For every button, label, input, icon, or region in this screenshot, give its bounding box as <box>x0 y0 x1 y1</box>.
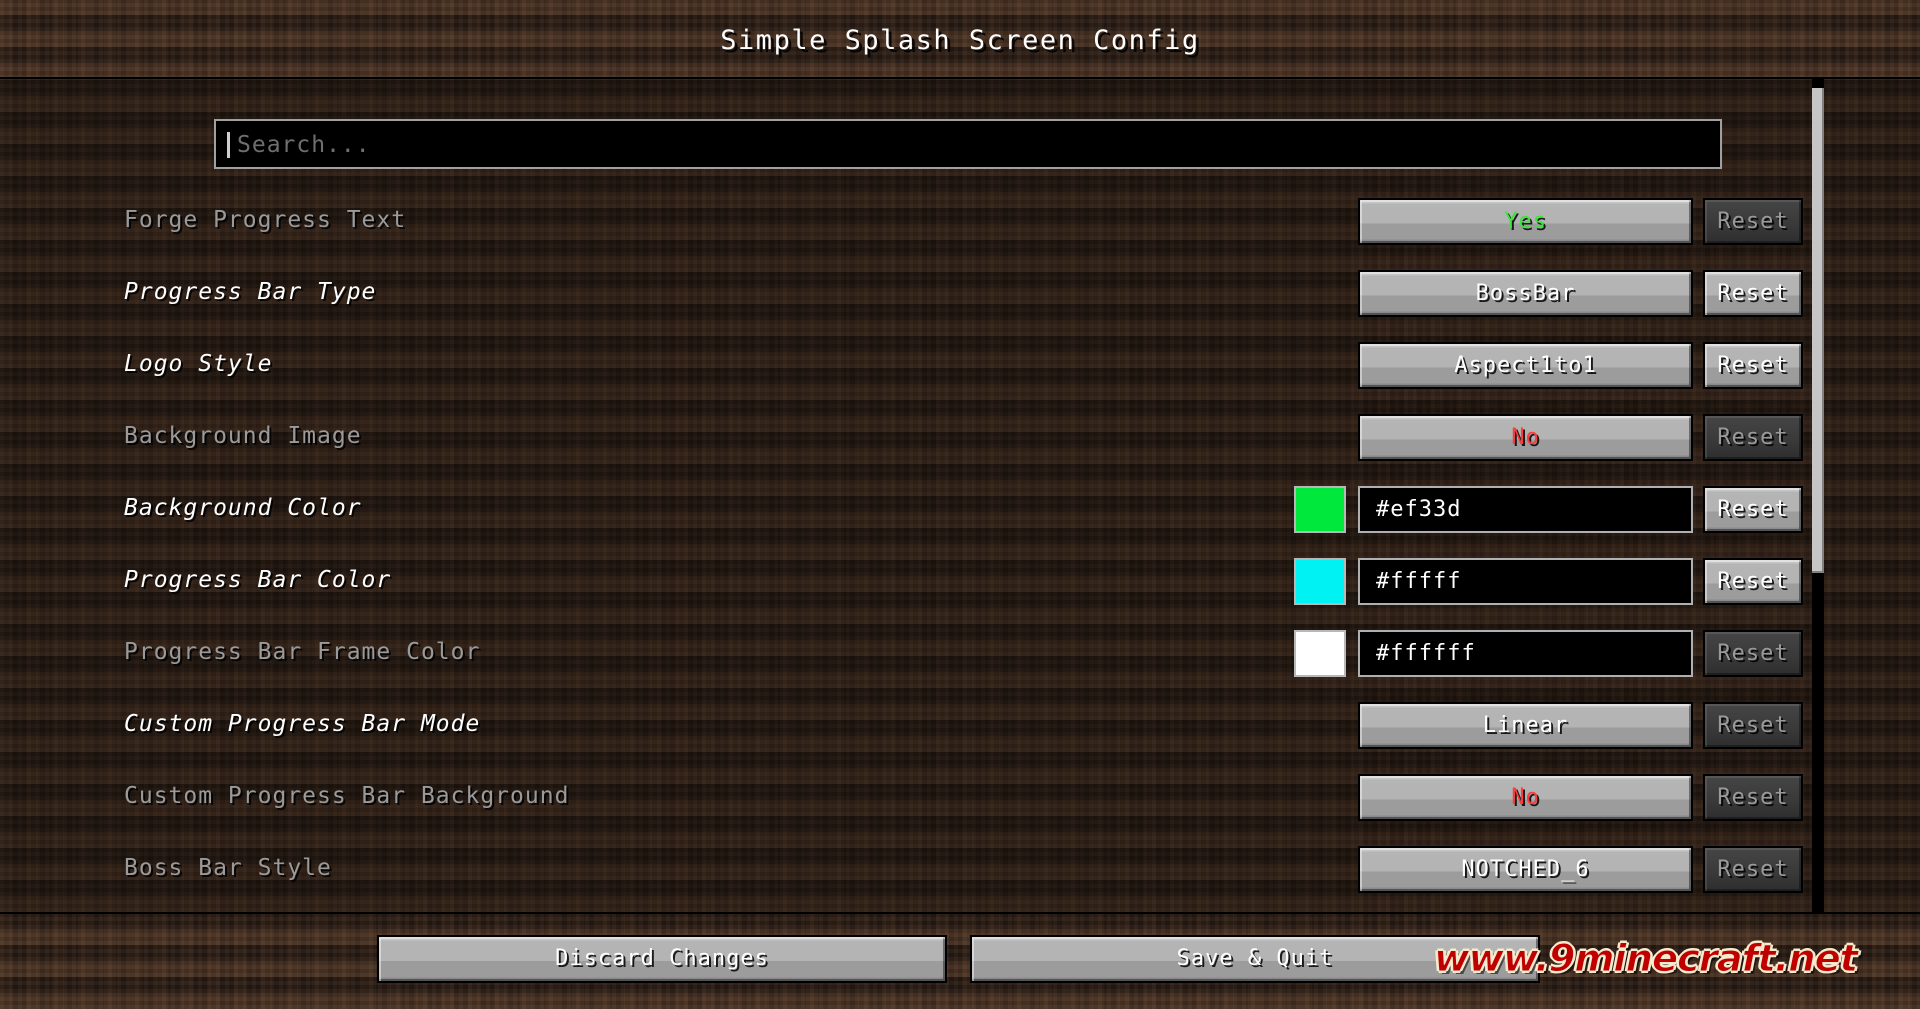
site-watermark: www.9minecraft.net <box>1433 937 1858 981</box>
color-hex-input[interactable]: #fffff <box>1358 558 1693 605</box>
reset-button-label: Reset <box>1717 712 1789 738</box>
config-row: Background Color #ef33d Reset <box>0 474 1920 546</box>
config-row-label: Progress Bar Frame Color <box>124 639 481 665</box>
config-rows: Forge Progress Text Yes Reset Progress Bar … <box>0 186 1920 906</box>
config-row: Custom Progress Bar Background No Reset <box>0 762 1920 834</box>
header-bar: Simple Splash Screen Config <box>0 0 1920 79</box>
config-row: Forge Progress Text Yes Reset <box>0 186 1920 258</box>
config-value-label: No <box>1511 424 1540 450</box>
reset-button-label: Reset <box>1717 208 1789 234</box>
reset-button[interactable]: Reset <box>1703 558 1803 605</box>
config-row-label: Progress Bar Color <box>124 567 392 593</box>
color-swatch[interactable] <box>1294 486 1346 533</box>
config-value-button[interactable]: Linear <box>1358 702 1693 749</box>
color-swatch[interactable] <box>1294 558 1346 605</box>
color-hex-value: #ef33d <box>1376 497 1462 522</box>
config-row-label: Background Color <box>124 495 362 521</box>
reset-button: Reset <box>1703 414 1803 461</box>
config-value-label: Linear <box>1482 712 1569 738</box>
reset-button[interactable]: Reset <box>1703 486 1803 533</box>
config-row-label: Custom Progress Bar Mode <box>124 711 481 737</box>
reset-button: Reset <box>1703 198 1803 245</box>
config-row: Progress Bar Type BossBar Reset <box>0 258 1920 330</box>
reset-button-label: Reset <box>1717 496 1789 522</box>
config-value-label: NOTCHED_6 <box>1461 856 1590 882</box>
search-placeholder: Search... <box>237 132 371 158</box>
config-row: Boss Bar Style NOTCHED_6 Reset <box>0 834 1920 906</box>
save-and-quit-label: Save & Quit <box>1176 946 1334 971</box>
scrollbar-thumb[interactable] <box>1812 88 1824 573</box>
config-value-button[interactable]: Aspect1to1 <box>1358 342 1693 389</box>
color-swatch[interactable] <box>1294 630 1346 677</box>
config-row-label: Custom Progress Bar Background <box>124 783 570 809</box>
reset-button: Reset <box>1703 846 1803 893</box>
search-row: Search... <box>214 119 1722 169</box>
config-list[interactable]: Search... Forge Progress Text Yes Reset Pro… <box>0 79 1920 912</box>
reset-button-label: Reset <box>1717 784 1789 810</box>
reset-button: Reset <box>1703 702 1803 749</box>
reset-button-label: Reset <box>1717 568 1789 594</box>
config-row-label: Logo Style <box>124 351 273 377</box>
config-value-button[interactable]: No <box>1358 774 1693 821</box>
config-screen: Simple Splash Screen Config Search... Fo… <box>0 0 1920 1009</box>
reset-button-label: Reset <box>1717 856 1789 882</box>
config-value-button[interactable]: NOTCHED_6 <box>1358 846 1693 893</box>
discard-changes-button[interactable]: Discard Changes <box>377 935 947 983</box>
page-title: Simple Splash Screen Config <box>720 25 1200 56</box>
reset-button[interactable]: Reset <box>1703 270 1803 317</box>
reset-button[interactable]: Reset <box>1703 342 1803 389</box>
color-hex-value: #fffff <box>1376 569 1462 594</box>
config-value-label: BossBar <box>1475 280 1576 306</box>
color-hex-value: #ffffff <box>1376 641 1476 666</box>
reset-button-label: Reset <box>1717 352 1789 378</box>
config-value-label: Yes <box>1504 208 1547 234</box>
text-caret <box>227 132 230 158</box>
reset-button-label: Reset <box>1717 280 1789 306</box>
config-value-button[interactable]: BossBar <box>1358 270 1693 317</box>
reset-button: Reset <box>1703 630 1803 677</box>
config-value-button[interactable]: Yes <box>1358 198 1693 245</box>
color-hex-input[interactable]: #ef33d <box>1358 486 1693 533</box>
footer-divider <box>0 912 1920 914</box>
reset-button-label: Reset <box>1717 424 1789 450</box>
config-value-label: Aspect1to1 <box>1454 352 1597 378</box>
search-input[interactable]: Search... <box>214 119 1722 169</box>
config-value-button[interactable]: No <box>1358 414 1693 461</box>
config-row: Progress Bar Color #fffff Reset <box>0 546 1920 618</box>
config-row: Progress Bar Frame Color #ffffff Reset <box>0 618 1920 690</box>
config-row-label: Background Image <box>124 423 362 449</box>
config-row-label: Progress Bar Type <box>124 279 377 305</box>
discard-changes-label: Discard Changes <box>555 946 769 971</box>
config-row: Custom Progress Bar Mode Linear Reset <box>0 690 1920 762</box>
config-row: Background Image No Reset <box>0 402 1920 474</box>
config-row-label: Boss Bar Style <box>124 855 332 881</box>
config-row: Logo Style Aspect1to1 Reset <box>0 330 1920 402</box>
reset-button: Reset <box>1703 774 1803 821</box>
config-row-label: Forge Progress Text <box>124 207 407 233</box>
config-value-label: No <box>1511 784 1540 810</box>
reset-button-label: Reset <box>1717 640 1789 666</box>
color-hex-input[interactable]: #ffffff <box>1358 630 1693 677</box>
